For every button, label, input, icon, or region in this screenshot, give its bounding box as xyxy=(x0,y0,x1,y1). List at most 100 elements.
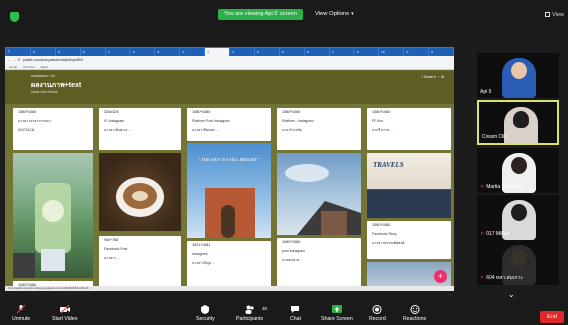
post-card[interactable]: 1080*1080 Facebook Story นางสาวพรรณพัทพง… xyxy=(367,221,451,259)
chevron-down-icon: ▾ xyxy=(351,11,354,17)
view-mode-button[interactable]: View xyxy=(545,12,564,18)
browser-tab[interactable]: ห xyxy=(279,48,304,56)
bookmark-item[interactable]: YouTube xyxy=(23,64,35,69)
scroll-down-icon[interactable]: ⌄ xyxy=(508,290,515,299)
card-line: นางสาว ... xyxy=(104,256,121,260)
card-line: นางสาวปิยชนก ... xyxy=(192,128,220,132)
padlet-subtitle: Made with Artistry xyxy=(31,90,58,94)
card-size: 1080*1080 xyxy=(372,110,391,114)
address-bar[interactable]: ← → ⟳ padlet.com/ananyaandhmia/jhdhqsi3f… xyxy=(5,56,454,64)
mic-muted-icon: ✕ xyxy=(480,275,485,281)
card-size: 1080*1080 xyxy=(282,240,301,244)
participant-tile[interactable]: ✕ 604 ทสา.สมเกาะ xyxy=(477,240,559,285)
participant-name: Api 5 xyxy=(480,89,492,95)
browser-tab[interactable]: ฝ xyxy=(80,48,105,56)
sky-building-photo[interactable]: " THE SKY IS STILL BRIGHT " xyxy=(187,143,271,238)
padlet-board: ananyaann • 3h ผลงานภาพ+text Made with A… xyxy=(5,71,454,291)
participant-name: ✕ 017 Milkky xyxy=(480,231,510,237)
card-size: 1080*1080 xyxy=(282,110,301,114)
post-card[interactable]: 325x325 IG Instagram นางสาวฝั่งทะเล ... xyxy=(99,108,181,150)
browser-tab[interactable]: ฝ xyxy=(55,48,80,56)
zoom-window: You are viewing Api 5' screen View Optio… xyxy=(0,0,568,325)
cloud-house-photo[interactable] xyxy=(277,153,361,235)
card-size: 1921*1081 xyxy=(192,243,211,247)
card-line: Instagram xyxy=(192,252,208,256)
drink-illustration xyxy=(13,183,71,278)
participant-face xyxy=(513,111,529,128)
participant-tile[interactable]: ✕ 017 Milkky xyxy=(477,195,559,240)
participant-tile[interactable]: ✕ Martia Supharat xyxy=(477,148,559,193)
post-card[interactable]: 1921*1081 Instagram นางสาวนิมูล ... xyxy=(187,241,271,291)
bookmark-item[interactable]: Maps xyxy=(41,64,48,69)
shield-icon xyxy=(201,305,210,314)
padlet-owner: ananyaann • 3h xyxy=(31,74,55,78)
reactions-button[interactable]: Reactions xyxy=(403,305,426,322)
bookmark-item[interactable]: Gmail xyxy=(9,64,17,69)
chat-button[interactable]: Chat xyxy=(290,305,301,322)
top-bar: You are viewing Api 5' screen View Optio… xyxy=(0,0,568,30)
view-options-button[interactable]: View Options ▾ xyxy=(315,9,354,20)
add-post-button[interactable]: + xyxy=(434,270,447,283)
browser-tab[interactable]: ห xyxy=(354,48,379,56)
travel-title: TRAVELS xyxy=(373,161,404,169)
participant-tile-active[interactable]: Cream Clin xyxy=(477,100,559,145)
card-size: 325x325 xyxy=(104,110,119,114)
card-line: นาย ดำรงชัย xyxy=(282,128,302,132)
drink-photo[interactable] xyxy=(13,153,93,278)
participant-tile[interactable]: Api 5 xyxy=(477,53,559,98)
start-video-button[interactable]: Start Video xyxy=(52,305,78,322)
smiley-icon xyxy=(410,305,420,314)
post-card[interactable]: 940*788 Facebook Post นางสาว ... xyxy=(99,236,181,291)
view-options-label: View Options xyxy=(315,11,350,17)
post-card[interactable]: 1080*1080 นางสาวอรอรวรรณนา 624701111 xyxy=(13,108,93,150)
coffee-photo[interactable] xyxy=(99,153,181,231)
mic-muted-icon: ✕ xyxy=(480,231,485,237)
share-screen-icon xyxy=(331,305,342,313)
browser-tab[interactable]: ห xyxy=(304,48,329,56)
card-line: Facebook Story xyxy=(372,232,397,236)
browser-tab-active[interactable]: 1 xyxy=(205,48,230,56)
viewing-screen-banner: You are viewing Api 5' screen xyxy=(218,9,303,20)
browser-tab[interactable]: ใ xyxy=(6,48,30,56)
browser-tab[interactable]: ก xyxy=(105,48,130,56)
browser-tab[interactable]: ห xyxy=(130,48,155,56)
card-line: FF 6no xyxy=(372,119,384,123)
unmute-button[interactable]: Unmute xyxy=(12,305,30,322)
shared-screen: ใ ฝ ฝ ฝ ก ห ส ห 1 ป ผ ห ห น ห เพ ห ห ← →… xyxy=(5,47,454,291)
browser-tab[interactable]: ห xyxy=(180,48,205,56)
browser-tab[interactable]: ฝ xyxy=(30,48,55,56)
browser-tab[interactable]: ส xyxy=(155,48,180,56)
card-line: Facebook Post xyxy=(104,247,128,251)
participant-face xyxy=(511,204,527,221)
browser-tab[interactable]: น xyxy=(329,48,354,56)
padlet-toolbar[interactable]: + Share ▾ ⋯ ⚙ xyxy=(421,75,444,79)
participant-name: Cream Clin xyxy=(482,134,508,140)
card-line: นางสาวฝั่งทะเล ... xyxy=(104,128,132,132)
travel-photo[interactable]: TRAVELS xyxy=(367,153,451,218)
participant-face xyxy=(511,62,527,79)
browser-tab-bar: ใ ฝ ฝ ฝ ก ห ส ห 1 ป ผ ห ห น ห เพ ห ห xyxy=(5,47,454,56)
browser-tab[interactable]: เพ xyxy=(379,48,404,56)
security-button[interactable]: Security xyxy=(196,305,215,322)
card-line: นางสาวนิมูล ... xyxy=(192,261,215,265)
nav-arrows-icon[interactable]: ← → ⟳ xyxy=(7,57,21,62)
post-card[interactable]: 1080*1080 Platform : Instagram นาย ดำรงช… xyxy=(277,108,361,150)
card-size: 1080*1080 xyxy=(372,223,391,227)
post-card[interactable]: 1080*1080 FF 6no นายวีรภาพ ... xyxy=(367,108,451,150)
post-card[interactable]: 1080*1080 Platform Post Instagram นางสาว… xyxy=(187,108,271,141)
share-screen-button[interactable]: Share Screen xyxy=(321,305,353,322)
browser-tab[interactable]: ผ xyxy=(254,48,279,56)
post-card[interactable]: 1080*1080 post Instagram นายสมชาย ... xyxy=(277,238,361,291)
padlet-header: ananyaann • 3h ผลงานภาพ+text Made with A… xyxy=(5,71,454,104)
photo-caption: " THE SKY IS STILL BRIGHT " xyxy=(198,157,260,162)
shield-icon[interactable] xyxy=(10,12,19,22)
view-mode-label: View xyxy=(552,12,564,18)
browser-tab[interactable]: ป xyxy=(230,48,254,56)
end-meeting-button[interactable]: End xyxy=(540,311,564,323)
browser-tab[interactable]: ห xyxy=(429,48,454,56)
card-line: Platform Post Instagram xyxy=(192,119,230,123)
record-button[interactable]: Record xyxy=(369,305,386,322)
participant-name: ✕ Martia Supharat xyxy=(480,184,522,190)
participants-button[interactable]: Participants 30 xyxy=(236,305,267,322)
browser-tab[interactable]: ห xyxy=(404,48,429,56)
